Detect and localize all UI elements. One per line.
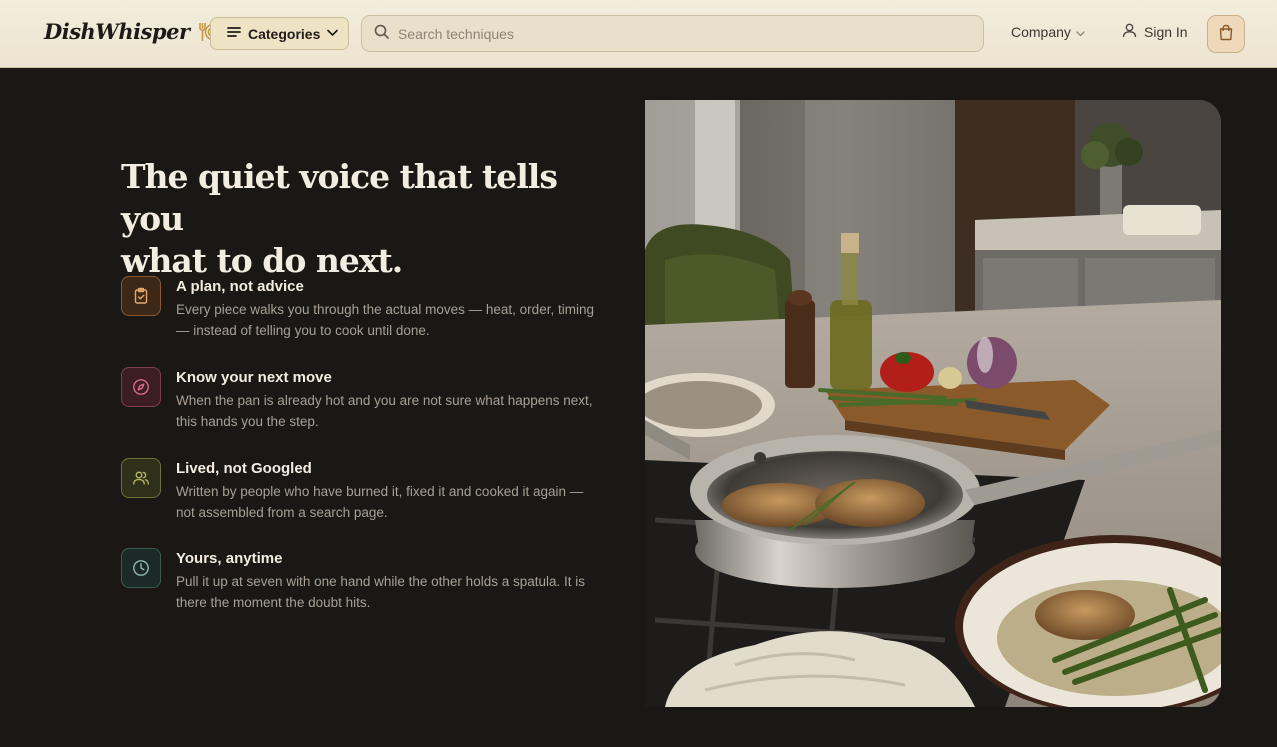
search-bar[interactable] bbox=[361, 15, 984, 52]
clock-icon bbox=[121, 548, 161, 588]
menu-icon bbox=[227, 26, 241, 42]
feature-title: A plan, not advice bbox=[176, 278, 304, 295]
user-icon bbox=[1122, 23, 1137, 41]
feature-title: Yours, anytime bbox=[176, 550, 283, 567]
company-label: Company bbox=[1011, 24, 1071, 40]
clipboard-check-icon bbox=[121, 276, 161, 316]
feature-description: Every piece walks you through the actual… bbox=[176, 302, 594, 338]
feature-item: A plan, not advice Every piece walks you… bbox=[121, 276, 601, 341]
company-menu[interactable]: Company bbox=[1011, 24, 1085, 40]
brand-logo[interactable]: DishWhisper bbox=[44, 19, 227, 44]
brand-name: DishWhisper bbox=[44, 19, 190, 44]
feature-title: Lived, not Googled bbox=[176, 460, 312, 477]
search-icon bbox=[374, 24, 389, 43]
headline-line-2: what to do next. bbox=[121, 241, 403, 280]
chevron-down-icon bbox=[1076, 24, 1085, 40]
chevron-down-icon bbox=[327, 26, 339, 41]
feature-title: Know your next move bbox=[176, 369, 332, 386]
hero-kitchen-photo bbox=[645, 100, 1221, 707]
top-navbar: DishWhisper Categories Search techniques… bbox=[0, 0, 1277, 68]
categories-button[interactable]: Categories bbox=[210, 17, 349, 50]
feature-item: Lived, not Googled Written by people who… bbox=[121, 458, 601, 523]
feature-description: Written by people who have burned it, fi… bbox=[176, 484, 584, 520]
sign-in-label: Sign In bbox=[1144, 24, 1188, 40]
feature-item: Know your next move When the pan is alre… bbox=[121, 367, 601, 432]
hero-headline: The quiet voice that tells you what to d… bbox=[121, 156, 601, 282]
categories-label: Categories bbox=[248, 25, 321, 42]
shopping-bag-icon bbox=[1218, 24, 1234, 45]
feature-description: When the pan is already hot and you are … bbox=[176, 393, 593, 429]
feature-item: Yours, anytime Pull it up at seven with … bbox=[121, 548, 601, 613]
feature-description: Pull it up at seven with one hand while … bbox=[176, 574, 586, 610]
users-icon bbox=[121, 458, 161, 498]
search-input[interactable] bbox=[398, 25, 983, 42]
sign-in-link[interactable]: Sign In bbox=[1122, 23, 1188, 41]
cart-button[interactable] bbox=[1207, 15, 1245, 53]
compass-icon bbox=[121, 367, 161, 407]
headline-line-1: The quiet voice that tells you bbox=[121, 157, 558, 238]
